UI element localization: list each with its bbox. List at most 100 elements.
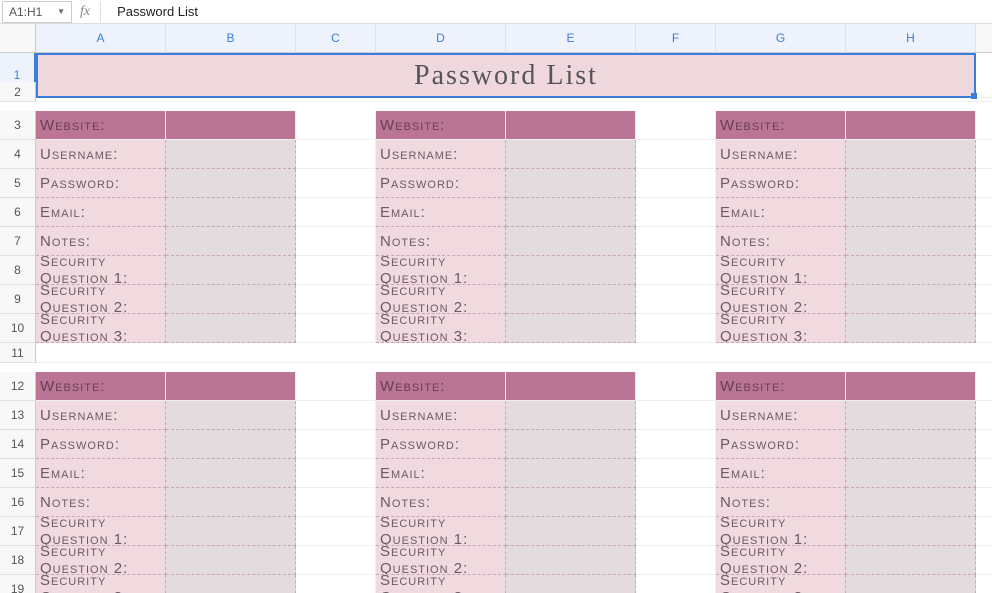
- card-field-label[interactable]: Password:: [716, 169, 846, 198]
- cell-blank[interactable]: [976, 198, 992, 227]
- cell-blank[interactable]: [296, 285, 376, 314]
- card-field-label[interactable]: Email:: [376, 459, 506, 488]
- cell-blank[interactable]: [636, 430, 716, 459]
- card-field-value[interactable]: [166, 517, 296, 546]
- card-field-value[interactable]: [166, 546, 296, 575]
- card-field-label[interactable]: Email:: [716, 198, 846, 227]
- cell-blank[interactable]: [636, 140, 716, 169]
- card-field-label[interactable]: Security Question 3:: [716, 314, 846, 343]
- card-field-label[interactable]: Security Question 3:: [716, 575, 846, 593]
- cell-blank[interactable]: [636, 256, 716, 285]
- card-field-value[interactable]: [846, 546, 976, 575]
- card-field-label[interactable]: Security Question 2:: [36, 546, 166, 575]
- card-field-value[interactable]: [166, 314, 296, 343]
- cell-blank[interactable]: [976, 227, 992, 256]
- card-field-label[interactable]: Password:: [376, 169, 506, 198]
- card-field-label[interactable]: Username:: [376, 401, 506, 430]
- card-field-value[interactable]: [846, 401, 976, 430]
- card-field-value[interactable]: [846, 256, 976, 285]
- cell-blank[interactable]: [296, 575, 376, 593]
- card-field-label[interactable]: Security Question 1:: [716, 517, 846, 546]
- card-field-value[interactable]: [166, 256, 296, 285]
- cell-blank[interactable]: [296, 111, 376, 140]
- row-header-18[interactable]: 18: [0, 546, 36, 575]
- card-field-value[interactable]: [166, 169, 296, 198]
- cell-blank[interactable]: [976, 314, 992, 343]
- card-field-value[interactable]: [846, 169, 976, 198]
- cell-blank[interactable]: [296, 459, 376, 488]
- cell-blank[interactable]: [636, 169, 716, 198]
- row-header-3[interactable]: 3: [0, 111, 36, 140]
- cell-blank[interactable]: [976, 140, 992, 169]
- card-field-value[interactable]: [846, 285, 976, 314]
- row-header-13[interactable]: 13: [0, 401, 36, 430]
- card-field-label[interactable]: Security Question 1:: [36, 256, 166, 285]
- card-field-label[interactable]: Password:: [36, 430, 166, 459]
- cell-blank[interactable]: [976, 285, 992, 314]
- card-field-value[interactable]: [846, 227, 976, 256]
- card-field-value[interactable]: [506, 575, 636, 593]
- row-header-6[interactable]: 6: [0, 198, 36, 227]
- card-field-value[interactable]: [166, 430, 296, 459]
- card-field-value[interactable]: [166, 575, 296, 593]
- card-field-label[interactable]: Username:: [36, 140, 166, 169]
- cell-blank[interactable]: [296, 227, 376, 256]
- cell-blank[interactable]: [296, 546, 376, 575]
- card-field-label[interactable]: Password:: [716, 430, 846, 459]
- cell-blank[interactable]: [636, 111, 716, 140]
- card-field-label[interactable]: Username:: [36, 401, 166, 430]
- card-field-label[interactable]: Password:: [376, 430, 506, 459]
- card-field-value[interactable]: [166, 198, 296, 227]
- card-field-value[interactable]: [846, 575, 976, 593]
- col-header-C[interactable]: C: [296, 24, 376, 53]
- card-field-value[interactable]: [166, 459, 296, 488]
- cell-blank[interactable]: [976, 517, 992, 546]
- card-field-label[interactable]: Security Question 2:: [376, 285, 506, 314]
- card-field-label[interactable]: Username:: [716, 401, 846, 430]
- cell-blank[interactable]: [36, 343, 992, 363]
- row-header-4[interactable]: 4: [0, 140, 36, 169]
- card-website-label[interactable]: Website:: [716, 111, 846, 140]
- card-field-label[interactable]: Security Question 3:: [376, 575, 506, 593]
- card-field-value[interactable]: [506, 430, 636, 459]
- row-header-15[interactable]: 15: [0, 459, 36, 488]
- cell-blank[interactable]: [296, 198, 376, 227]
- card-field-value[interactable]: [506, 401, 636, 430]
- card-field-value[interactable]: [506, 198, 636, 227]
- row-header-12[interactable]: 12: [0, 372, 36, 401]
- card-website-value[interactable]: [166, 372, 296, 401]
- cell-blank[interactable]: [296, 256, 376, 285]
- card-field-label[interactable]: Security Question 1:: [716, 256, 846, 285]
- cell-blank[interactable]: [296, 430, 376, 459]
- col-header-D[interactable]: D: [376, 24, 506, 53]
- card-field-value[interactable]: [506, 169, 636, 198]
- cell-blank[interactable]: [976, 459, 992, 488]
- card-field-label[interactable]: Security Question 2:: [36, 285, 166, 314]
- cell-blank[interactable]: [296, 140, 376, 169]
- cell-blank[interactable]: [636, 285, 716, 314]
- chevron-down-icon[interactable]: ▼: [57, 7, 65, 16]
- card-website-value[interactable]: [846, 111, 976, 140]
- card-field-value[interactable]: [166, 285, 296, 314]
- card-website-label[interactable]: Website:: [376, 372, 506, 401]
- row-header-10[interactable]: 10: [0, 314, 36, 343]
- card-website-value[interactable]: [166, 111, 296, 140]
- card-field-value[interactable]: [166, 401, 296, 430]
- card-field-value[interactable]: [506, 517, 636, 546]
- card-field-label[interactable]: Notes:: [716, 488, 846, 517]
- cell-blank[interactable]: [976, 256, 992, 285]
- card-field-label[interactable]: Security Question 1:: [376, 256, 506, 285]
- row-header-2[interactable]: 2: [0, 82, 36, 102]
- card-field-value[interactable]: [506, 314, 636, 343]
- row-header-19[interactable]: 19: [0, 575, 36, 593]
- card-field-label[interactable]: Security Question 1:: [36, 517, 166, 546]
- card-field-label[interactable]: Username:: [716, 140, 846, 169]
- card-field-value[interactable]: [846, 488, 976, 517]
- col-header-F[interactable]: F: [636, 24, 716, 53]
- cell-blank[interactable]: [636, 401, 716, 430]
- card-field-value[interactable]: [846, 198, 976, 227]
- card-field-label[interactable]: Security Question 3:: [376, 314, 506, 343]
- card-website-value[interactable]: [506, 111, 636, 140]
- col-header-A[interactable]: A: [36, 24, 166, 53]
- row-header-16[interactable]: 16: [0, 488, 36, 517]
